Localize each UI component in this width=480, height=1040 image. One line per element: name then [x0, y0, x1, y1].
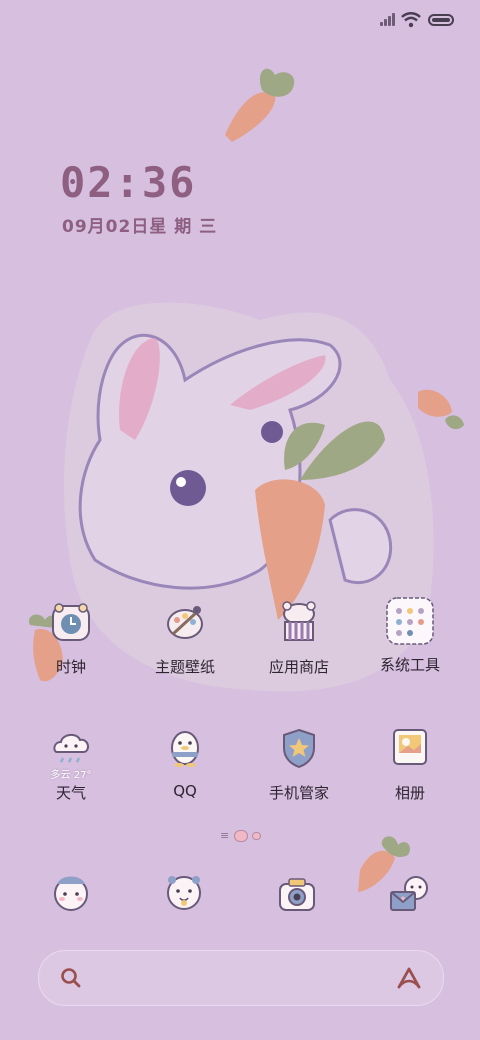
app-label: 相册 [394, 784, 425, 802]
battery-icon [428, 14, 454, 26]
dock-email[interactable] [388, 874, 432, 914]
app-gallery[interactable]: 相册 [355, 726, 465, 803]
app-label: 天气 [55, 784, 86, 802]
shield-icon [277, 726, 321, 770]
phone-bear-icon [54, 876, 88, 911]
wifi-icon [401, 12, 421, 28]
clock-date[interactable]: 09月02日星 期 三 [62, 212, 217, 237]
weather-summary: 多云 27° [50, 770, 92, 781]
clock-time[interactable]: 02:36 [60, 158, 196, 207]
app-qq[interactable]: QQ [130, 726, 240, 800]
indicator-dot [252, 832, 261, 840]
app-store[interactable]: 应用商店 [244, 600, 354, 677]
app-weather[interactable]: 多云 27° 天气 [16, 726, 126, 803]
app-label: 应用商店 [268, 658, 329, 676]
palette-icon [163, 600, 207, 644]
app-clock[interactable]: 时钟 [16, 600, 126, 677]
gallery-icon [388, 726, 432, 770]
folder-icon [385, 596, 435, 646]
app-label: 时钟 [55, 658, 86, 676]
search-bar[interactable] [38, 950, 444, 1006]
chat-bear-icon [167, 876, 201, 910]
app-theme-wallpaper[interactable]: 主题壁纸 [130, 600, 240, 677]
indicator-active-heart [234, 830, 248, 842]
app-system-tools-folder[interactable]: 系统工具 [355, 597, 465, 675]
assistant-icon[interactable] [395, 965, 423, 991]
penguin-icon [163, 726, 207, 770]
app-label: QQ [173, 782, 197, 800]
dock-phone[interactable] [51, 872, 91, 912]
signal-icon [380, 12, 398, 28]
mail-bear-icon [390, 876, 428, 911]
search-icon[interactable] [59, 966, 83, 990]
app-label: 系统工具 [379, 656, 440, 674]
indicator-lines: ≡ [220, 829, 230, 842]
weather-icon: 多云 27° [49, 726, 93, 781]
dock-camera[interactable] [277, 874, 317, 914]
camera-icon [279, 878, 315, 911]
app-phone-manager[interactable]: 手机管家 [244, 726, 354, 803]
clock-icon [49, 600, 93, 644]
app-label: 主题壁纸 [154, 658, 215, 676]
app-label: 手机管家 [268, 784, 329, 802]
status-bar [0, 0, 480, 40]
dock-messages[interactable] [164, 872, 204, 912]
store-icon [277, 600, 321, 644]
